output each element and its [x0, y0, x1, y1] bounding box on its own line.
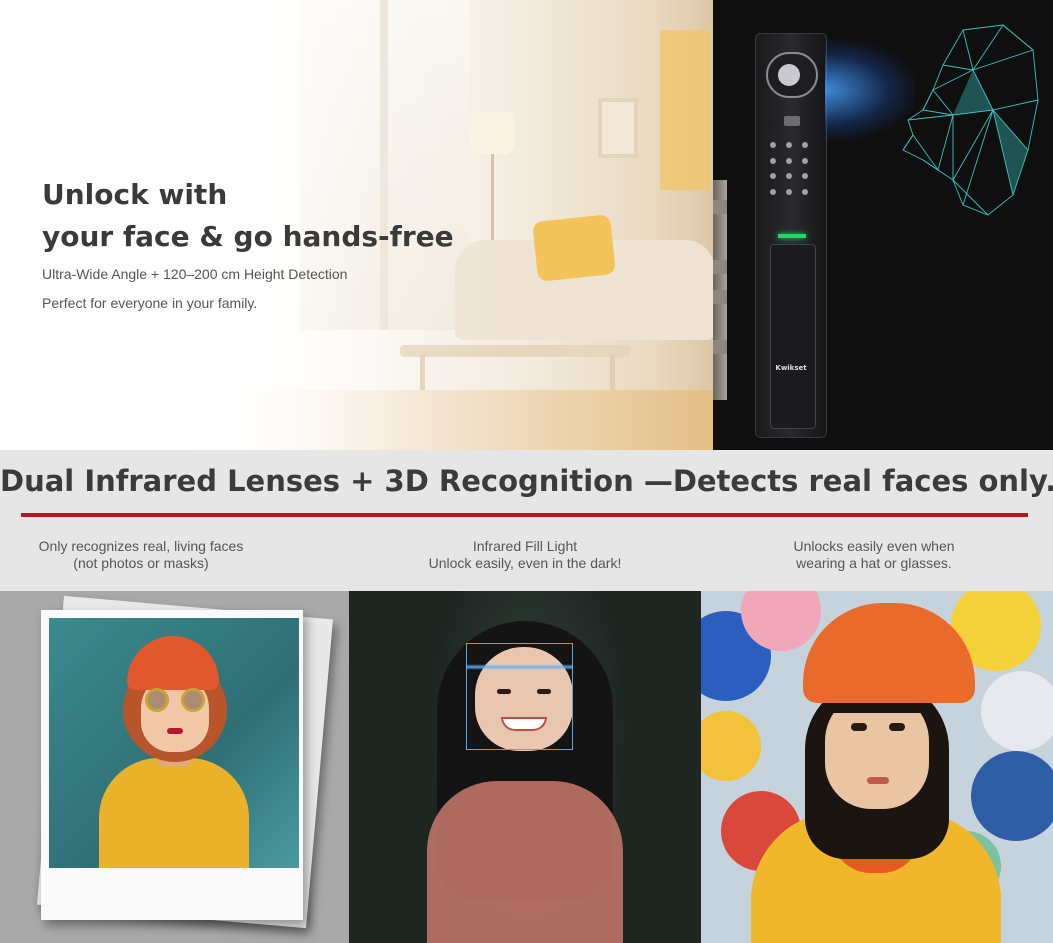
feature-caption-hat-glasses: Unlocks easily even when wearing a hat o… [724, 538, 1024, 572]
status-led [778, 234, 806, 238]
printed-photo-panel [0, 591, 349, 943]
blouse [427, 781, 623, 943]
caption-line2: (not photos or masks) [73, 555, 209, 571]
caption-line2: wearing a hat or glasses. [796, 555, 952, 571]
hero-heading-line2: your face & go hands-free [42, 220, 454, 253]
feature-caption-infrared: Infrared Fill Light Unlock easily, even … [375, 538, 675, 572]
red-divider [21, 513, 1028, 517]
scan-line [466, 664, 573, 670]
hero-heading: Unlock with your face & go hands-free [42, 174, 454, 258]
feature-banner: Dual Infrared Lenses + 3D Recognition —D… [0, 450, 1053, 591]
face-detection-box [466, 643, 573, 750]
caption-line1: Unlocks easily even when [793, 538, 955, 554]
hero-subtitle-line2: Perfect for everyone in your family. [42, 295, 258, 311]
hero-heading-line1: Unlock with [42, 178, 228, 211]
feature-caption-live-face: Only recognizes real, living faces (not … [0, 538, 291, 572]
face-camera-icon [766, 52, 818, 98]
caption-line1: Only recognizes real, living faces [38, 538, 244, 554]
smart-lock-panel: Kwikset [713, 0, 1053, 450]
keypad [770, 142, 814, 200]
dark-face-scan-panel [349, 591, 701, 943]
woman-portrait [49, 618, 299, 868]
lock-screen [784, 116, 800, 126]
smart-lock-device: Kwikset [755, 33, 827, 438]
lock-handle [770, 244, 816, 429]
face-mesh-icon [902, 24, 1039, 216]
hat-woman-panel [701, 591, 1053, 943]
door-latch [713, 180, 727, 400]
lock-brand-logo: Kwikset [775, 364, 807, 372]
caption-line2: Unlock easily, even in the dark! [428, 555, 622, 571]
orange-beanie [803, 603, 975, 703]
hero-subtitle-line1: Ultra-Wide Angle + 120–200 cm Height Det… [42, 266, 348, 282]
banner-heading: Dual Infrared Lenses + 3D Recognition —D… [0, 464, 1053, 498]
polaroid-photo [41, 610, 303, 920]
caption-line1: Infrared Fill Light [472, 538, 578, 554]
